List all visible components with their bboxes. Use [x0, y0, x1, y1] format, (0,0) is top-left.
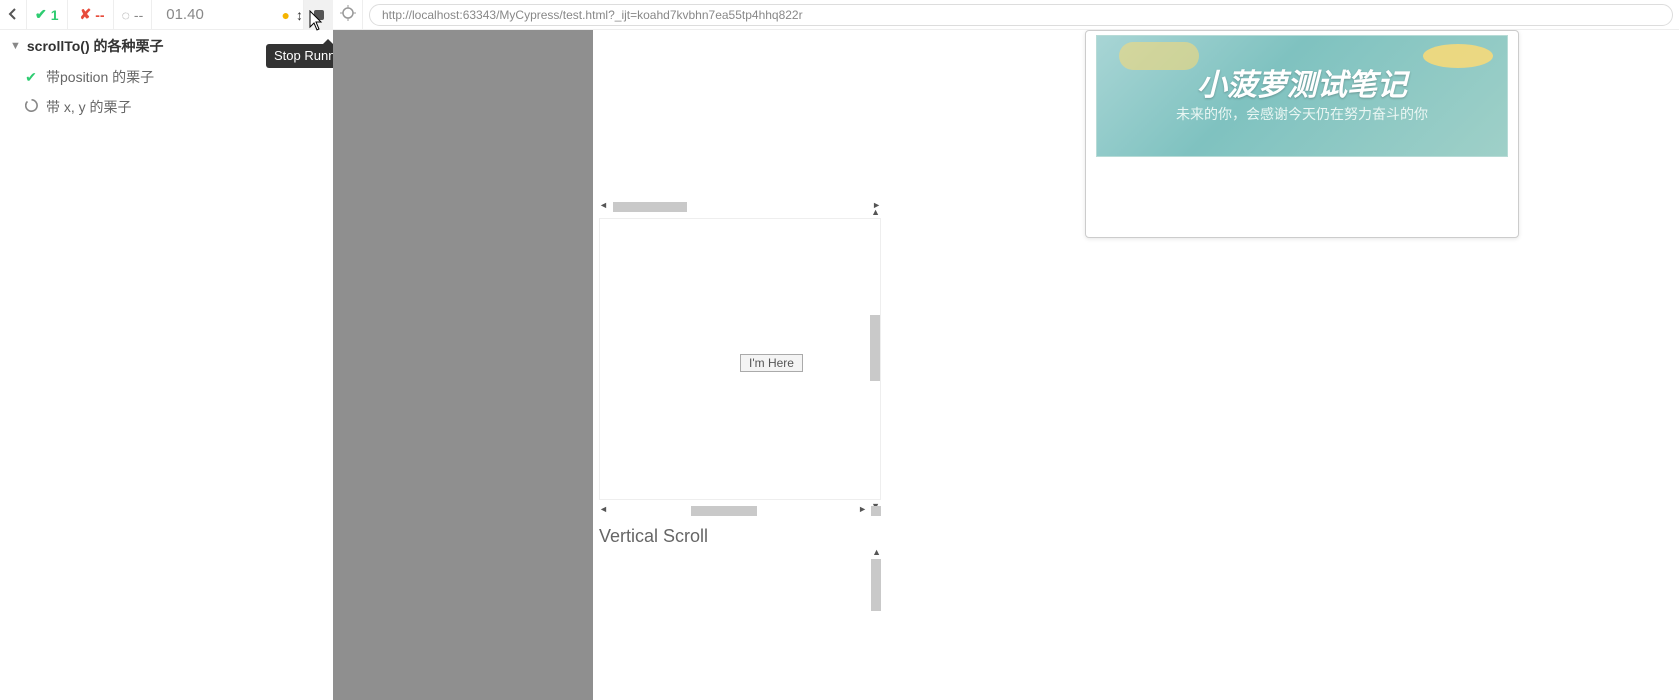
check-icon: ✔	[24, 69, 38, 86]
banner-title: 小菠萝测试笔记	[1097, 60, 1507, 104]
stop-button-wrap	[303, 0, 333, 30]
viewport-toggle-icon[interactable]: ↕	[296, 7, 303, 23]
url-text: http://localhost:63343/MyCypress/test.ht…	[382, 8, 803, 22]
horizontal-scroll-bottom[interactable]: ◄ ►	[599, 504, 881, 518]
scroll-thumb[interactable]	[691, 506, 757, 516]
pending-icon: ◌	[122, 7, 130, 23]
test-label: 带position 的栗子	[46, 67, 154, 87]
page-background-band	[333, 30, 593, 700]
failed-count: --	[95, 7, 104, 23]
url-bar[interactable]: http://localhost:63343/MyCypress/test.ht…	[369, 4, 1673, 26]
x-icon: ✘	[80, 6, 92, 23]
scroll-thumb-vertical[interactable]	[870, 315, 880, 381]
header-right-group: ● ↕	[282, 0, 333, 29]
crosshair-icon	[340, 5, 356, 24]
stats-pending: ◌ --	[114, 0, 153, 30]
banner-image: 小菠萝测试笔记 未来的你，会感谢今天仍在努力奋斗的你	[1096, 35, 1508, 157]
scroll-left-arrow-icon[interactable]: ◄	[599, 504, 608, 514]
chevron-left-icon	[8, 7, 18, 23]
suite-title: scrollTo() 的各种栗子	[27, 36, 164, 56]
scroll-up-arrow-icon[interactable]: ▲	[872, 547, 881, 557]
stop-button[interactable]	[303, 0, 333, 30]
im-here-label: I'm Here	[749, 356, 794, 370]
test-row-2[interactable]: 带 x, y 的栗子	[0, 92, 333, 122]
warning-dot-icon[interactable]: ●	[282, 7, 290, 23]
caret-down-icon: ▼	[10, 40, 21, 52]
scroll-up-arrow-icon[interactable]: ▲	[871, 207, 880, 217]
selector-playground-button[interactable]	[333, 0, 363, 30]
check-icon: ✔	[35, 6, 47, 23]
test-label: 带 x, y 的栗子	[46, 97, 132, 117]
duration: 01.40	[152, 6, 218, 23]
pending-count: --	[134, 7, 143, 23]
reporter-header: ✔ 1 ✘ -- ◌ -- 01.40 ● ↕	[0, 0, 333, 30]
scroll-both-box[interactable]: ▲ ▼ I'm Here	[599, 218, 881, 500]
scroll-thumb[interactable]	[613, 202, 687, 212]
aut-body[interactable]: ◄ ► ▲ ▼ I'm Here ◄ ►	[333, 30, 1679, 700]
scroll-thumb-vertical[interactable]	[871, 559, 881, 611]
spinner-icon	[24, 99, 38, 115]
reporter-panel: ✔ 1 ✘ -- ◌ -- 01.40 ● ↕ Stop Running S ▼…	[0, 0, 333, 700]
aut-header: http://localhost:63343/MyCypress/test.ht…	[333, 0, 1679, 30]
scroll-left-arrow-icon[interactable]: ◄	[599, 200, 608, 210]
im-here-button[interactable]: I'm Here	[740, 354, 803, 372]
scroll-right-arrow-icon[interactable]: ►	[858, 504, 867, 514]
vertical-scroll-heading: Vertical Scroll	[599, 526, 1679, 547]
stats-failed: ✘ --	[68, 0, 114, 30]
back-button[interactable]	[0, 0, 27, 30]
aut-wrap: http://localhost:63343/MyCypress/test.ht…	[333, 0, 1679, 700]
passed-count: 1	[51, 7, 59, 23]
scroll-corner	[871, 506, 881, 516]
horizontal-scroll-top[interactable]: ◄ ►	[599, 200, 881, 214]
banner-card: 小菠萝测试笔记 未来的你，会感谢今天仍在努力奋斗的你	[1085, 30, 1519, 238]
banner-subtitle: 未来的你，会感谢今天仍在努力奋斗的你	[1097, 104, 1507, 124]
stats-passed: ✔ 1	[27, 0, 68, 30]
vertical-scroll-box[interactable]: ▲	[599, 547, 881, 700]
